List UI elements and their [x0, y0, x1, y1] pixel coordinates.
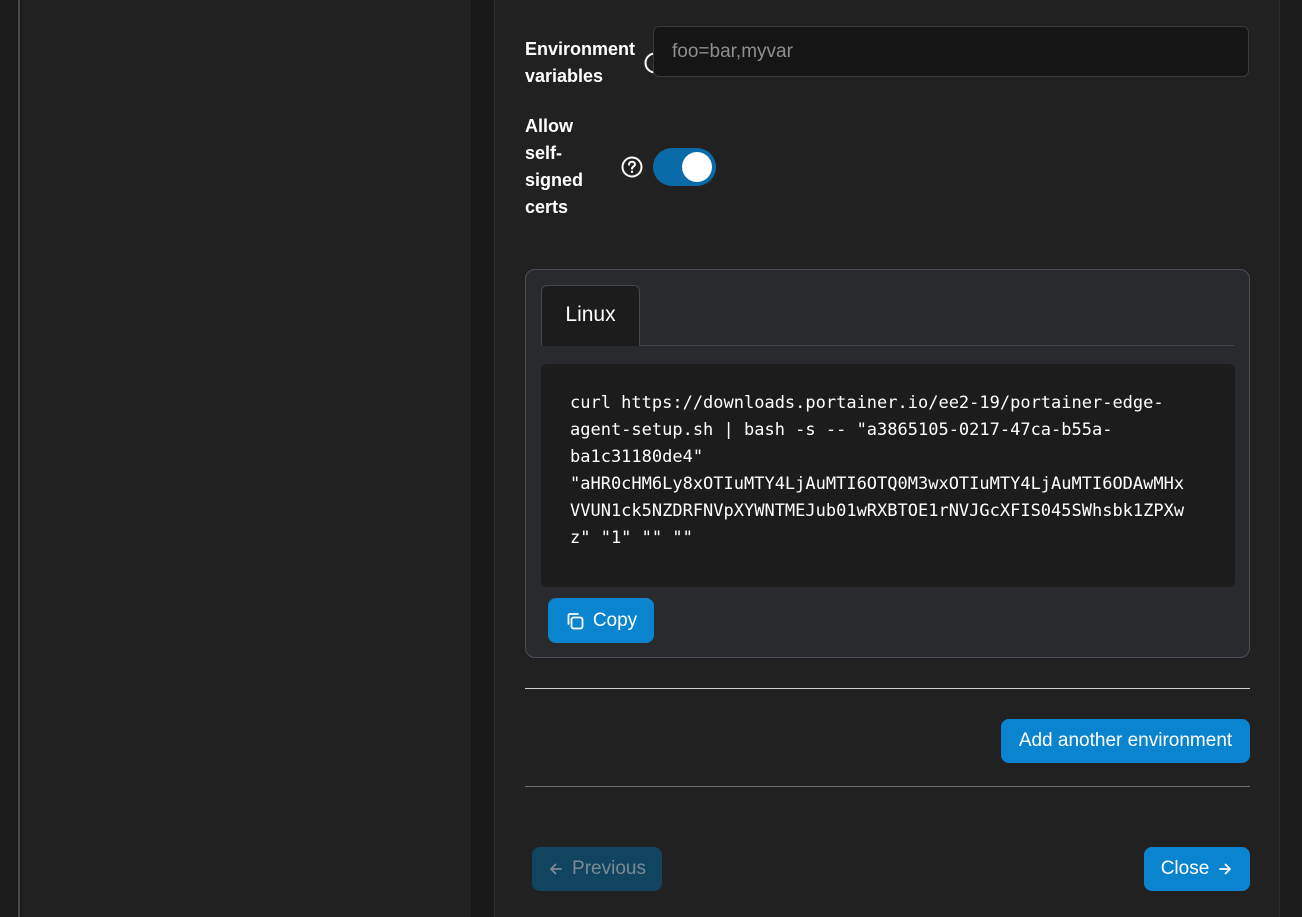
code-line: "aHR0cHM6Ly8xOTIuMTY4LjAuMTI6OTQ0M3wxOTI…	[570, 474, 1185, 494]
code-line: VVUN1ck5NZDRFNVpXYWNTMEJub01wRXBTOE1rNVJ…	[570, 501, 1185, 521]
previous-label: Previous	[572, 858, 646, 879]
left-edge-column	[0, 0, 20, 917]
self-signed-label-line: Allow	[525, 116, 573, 136]
install-command-block: curl https://downloads.portainer.io/ee2-…	[541, 364, 1235, 587]
panel-gap	[471, 0, 494, 917]
self-signed-label-line: certs	[525, 197, 569, 217]
install-command-text: curl https://downloads.portainer.io/ee2-…	[570, 390, 1206, 552]
copy-icon	[565, 611, 585, 631]
env-vars-label-line: Environment	[525, 39, 636, 59]
env-vars-label: Environment variables	[525, 36, 635, 90]
app-window: Environment variables Allow self- signed…	[0, 0, 1302, 917]
env-vars-input[interactable]	[653, 26, 1249, 77]
sidebar-panel	[22, 0, 471, 917]
tab-linux[interactable]: Linux	[541, 285, 640, 346]
code-line: agent-setup.sh | bash -s -- "a3865105-02…	[570, 420, 1113, 440]
os-tab-strip: Linux	[541, 285, 1234, 346]
help-icon[interactable]	[621, 156, 643, 178]
close-button[interactable]: Close	[1144, 847, 1250, 891]
code-line: ba1c31180de4"	[570, 447, 704, 467]
command-card: Linux curl https://downloads.portainer.i…	[525, 269, 1250, 658]
copy-label: Copy	[592, 609, 638, 631]
previous-button[interactable]: Previous	[532, 847, 662, 891]
env-vars-label-line: variables	[525, 66, 604, 86]
right-edge-column	[1280, 0, 1302, 917]
code-line: z" "1" "" ""	[570, 528, 693, 548]
section-divider	[525, 786, 1250, 787]
self-signed-toggle[interactable]	[653, 148, 716, 186]
section-divider	[525, 688, 1250, 689]
self-signed-label-line: signed	[525, 170, 584, 190]
add-another-environment-button[interactable]: Add another environment	[1001, 719, 1250, 763]
self-signed-label: Allow self- signed certs	[525, 113, 583, 221]
self-signed-label-line: self-	[525, 143, 563, 163]
close-label: Close	[1160, 858, 1210, 879]
toggle-knob	[682, 152, 712, 182]
copy-button[interactable]: Copy	[548, 598, 654, 643]
arrow-right-icon	[1217, 861, 1233, 877]
code-line: curl https://downloads.portainer.io/ee2-…	[570, 393, 1164, 413]
arrow-left-icon	[548, 861, 564, 877]
